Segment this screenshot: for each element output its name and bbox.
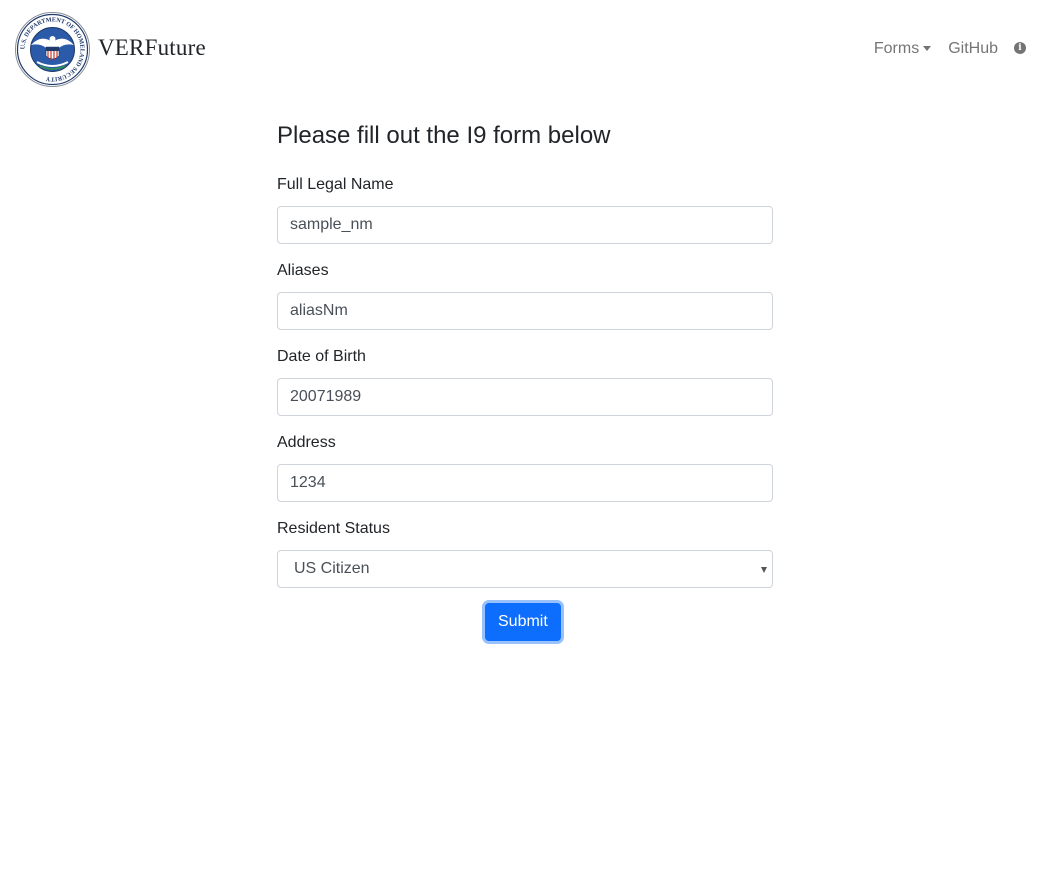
dob-input[interactable] [277,378,773,416]
brand-name: VERFuture [98,34,206,60]
dob-label: Date of Birth [277,348,366,365]
navbar: U.S. DEPARTMENT OF HOMELAND SECURITY VER… [0,0,1050,98]
info-circle-icon[interactable]: i [1014,42,1026,54]
aliases-label: Aliases [277,262,329,279]
address-group: Address [277,433,773,502]
resident-status-select[interactable]: US Citizen [277,550,773,588]
i9-form: Please fill out the I9 form below Full L… [277,118,773,641]
dhs-seal-icon: U.S. DEPARTMENT OF HOMELAND SECURITY [15,12,90,87]
chevron-down-icon [923,45,932,51]
resident-status-label: Resident Status [277,520,390,537]
submit-button[interactable]: Submit [485,603,561,641]
full-name-label: Full Legal Name [277,176,394,193]
full-name-group: Full Legal Name [277,175,773,244]
address-input[interactable] [277,464,773,502]
chevron-down-icon [761,567,767,573]
github-link[interactable]: GitHub [948,40,998,58]
aliases-input[interactable] [277,292,773,330]
forms-dropdown[interactable]: Forms [873,40,932,58]
brand-link[interactable]: U.S. DEPARTMENT OF HOMELAND SECURITY VER… [15,12,206,87]
resident-status-group: Resident Status US Citizen [277,519,773,588]
nav-links: Forms GitHub i [874,38,1050,60]
submit-wrap: Submit [485,603,561,641]
address-label: Address [277,434,336,451]
dob-group: Date of Birth [277,347,773,416]
page-title: Please fill out the I9 form below [277,122,611,149]
forms-label: Forms [873,40,920,57]
resident-status-value: US Citizen [294,560,370,577]
aliases-group: Aliases [277,261,773,330]
full-name-input[interactable] [277,206,773,244]
